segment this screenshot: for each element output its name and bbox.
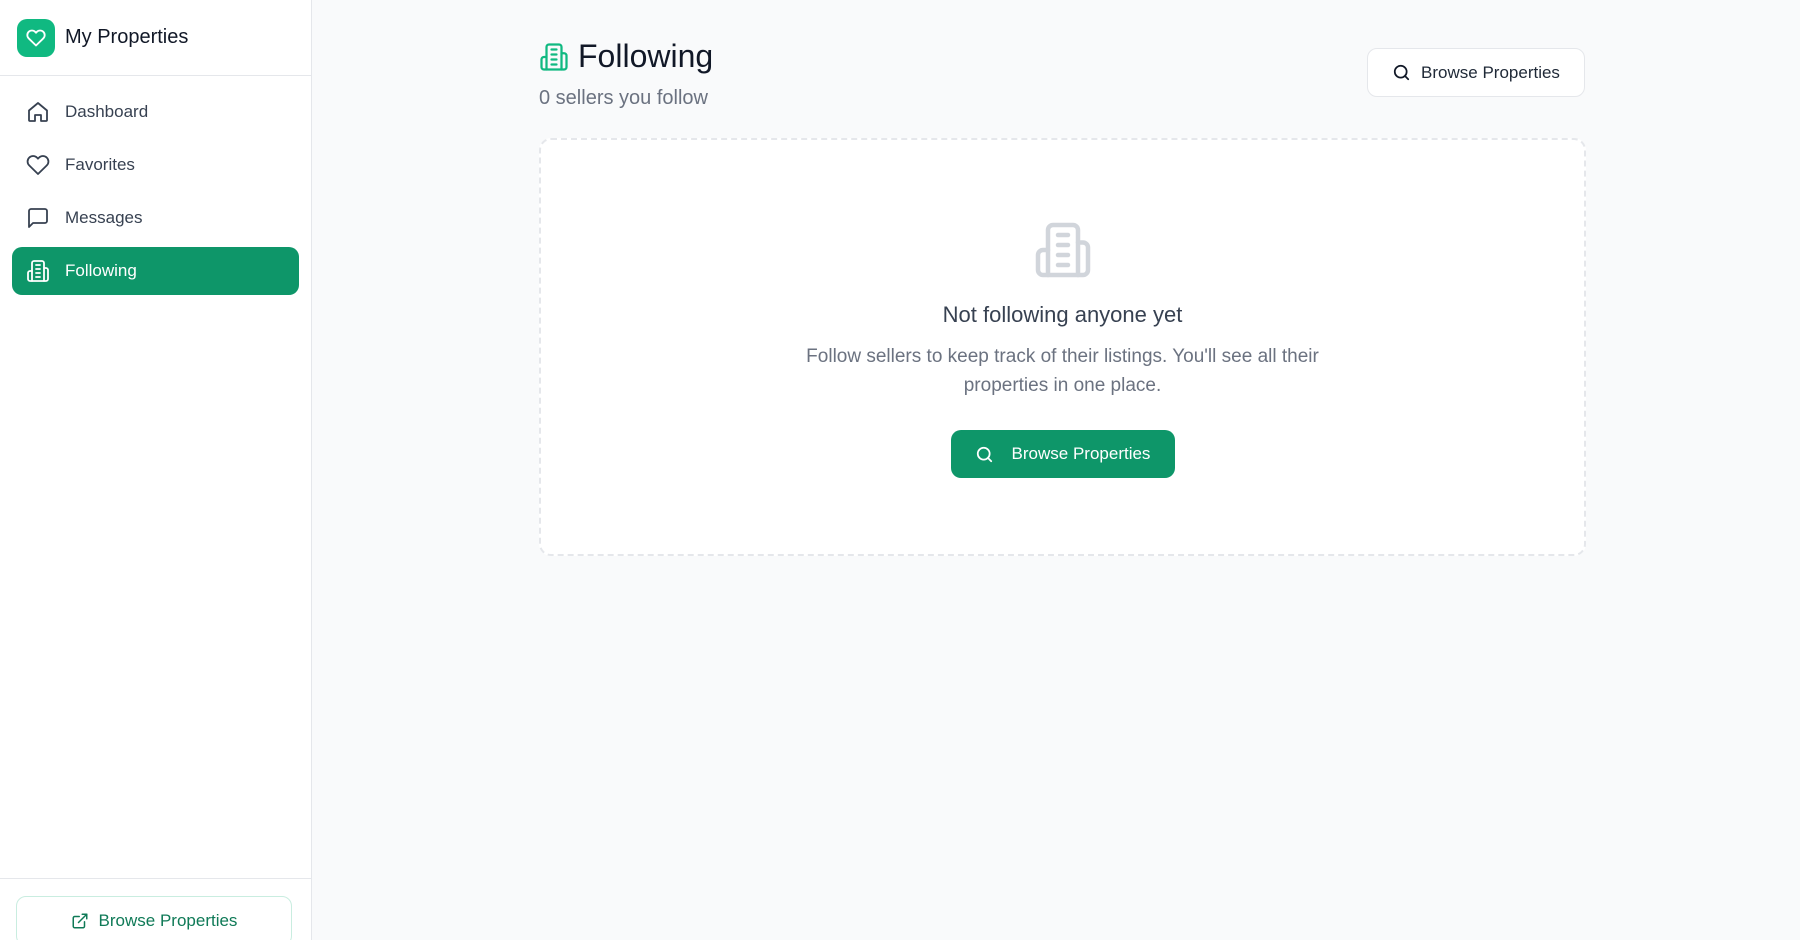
- heart-icon: [26, 153, 50, 177]
- building-icon: [539, 42, 569, 72]
- search-icon: [976, 446, 992, 462]
- page-header: Following 0 sellers you follow Browse Pr…: [539, 38, 1585, 110]
- main-content: Following 0 sellers you follow Browse Pr…: [313, 0, 1800, 940]
- empty-state-title: Not following anyone yet: [942, 302, 1183, 327]
- sidebar-item-label: Messages: [65, 208, 143, 227]
- sidebar-item-label: Following: [65, 261, 137, 280]
- building-icon: [1033, 220, 1093, 280]
- external-link-icon: [72, 913, 88, 929]
- browse-properties-label: Browse Properties: [1421, 62, 1560, 82]
- home-icon: [26, 100, 50, 124]
- building-icon: [26, 259, 50, 283]
- sidebar-nav: Dashboard Favorites Messages Following: [0, 76, 311, 295]
- message-icon: [26, 206, 50, 230]
- brand[interactable]: My Properties: [0, 0, 311, 76]
- sidebar-item-dashboard[interactable]: Dashboard: [12, 88, 299, 136]
- empty-state-description: Follow sellers to keep track of their li…: [806, 346, 1319, 396]
- sidebar: My Properties Dashboard Favorites Messag…: [0, 0, 312, 940]
- app-title: My Properties: [65, 26, 189, 48]
- sidebar-item-label: Dashboard: [65, 102, 149, 121]
- browse-properties-cta-button[interactable]: Browse Properties: [950, 430, 1175, 478]
- empty-state-card: Not following anyone yet Follow sellers …: [539, 138, 1586, 556]
- sidebar-item-favorites[interactable]: Favorites: [12, 141, 299, 189]
- sidebar-item-following[interactable]: Following: [12, 247, 299, 295]
- heart-icon: [17, 18, 55, 57]
- sidebar-item-messages[interactable]: Messages: [12, 194, 299, 242]
- browse-properties-link[interactable]: Browse Properties: [16, 896, 292, 940]
- sidebar-footer: Browse Properties: [0, 878, 311, 940]
- browse-properties-button[interactable]: Browse Properties: [1367, 48, 1585, 97]
- browse-properties-label: Browse Properties: [1011, 444, 1151, 463]
- search-icon: [1393, 64, 1410, 81]
- sidebar-item-label: Favorites: [65, 155, 135, 174]
- browse-properties-label: Browse Properties: [98, 911, 238, 930]
- page-title: Following: [578, 38, 714, 74]
